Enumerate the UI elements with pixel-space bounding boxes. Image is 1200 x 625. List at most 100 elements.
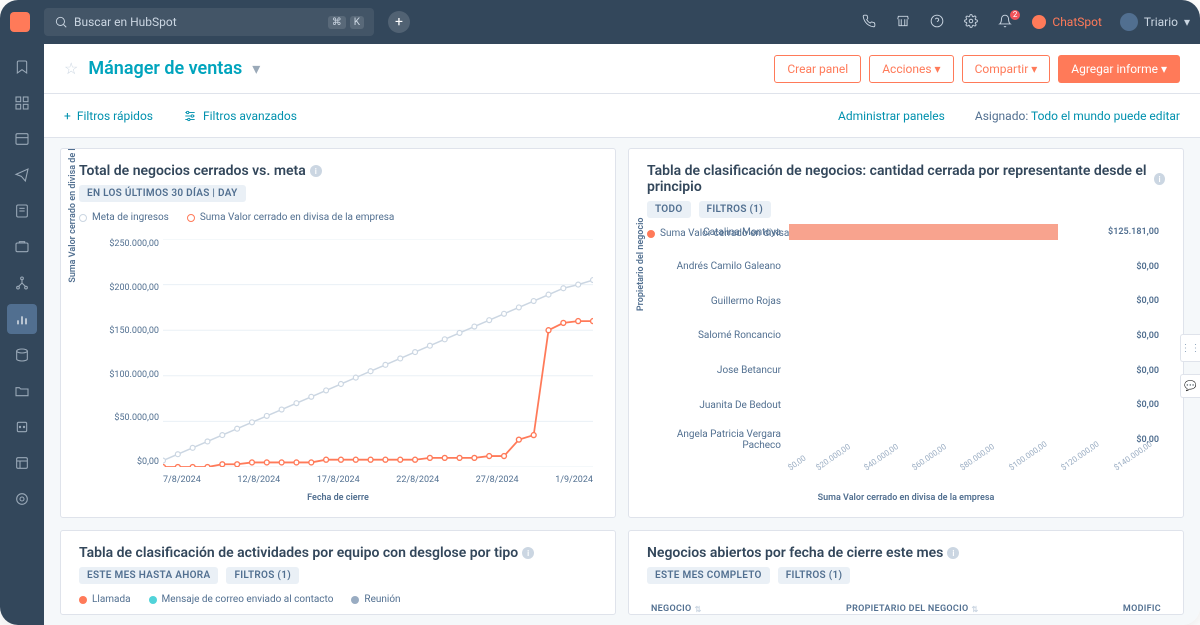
chart1-plot [163,239,593,467]
chart2-ylabel: Propietario del negocio [636,218,646,312]
add-button[interactable]: + [388,11,410,33]
nav-content[interactable] [7,196,37,226]
rep-name: Angela Patricia Vergara Pacheco [651,429,781,451]
col-propietario[interactable]: PROPIETARIO DEL NEGOCIO⇅ [846,604,979,614]
leaderboard-row: Catalina Montoya$125.181,00 [789,221,1159,243]
notifications-icon[interactable]: 2 [998,14,1014,30]
manage-panels-link[interactable]: Administrar paneles [838,109,945,123]
chart1-xlabel: Fecha de cierre [75,493,601,503]
kbd-shortcut: ⌘K [328,16,364,29]
nav-crm[interactable] [7,124,37,154]
sort-icon: ⇅ [971,605,978,614]
card3-tag1[interactable]: ESTE MES HASTA AHORA [79,567,218,584]
chatspot-icon [1032,15,1046,29]
settings-icon[interactable] [964,14,980,30]
nav-template[interactable] [7,448,37,478]
assigned-label: Asignado: Todo el mundo puede editar [975,109,1180,123]
notification-badge: 2 [1010,10,1021,20]
filter-bar: +Filtros rápidos Filtros avanzados Admin… [44,94,1200,138]
marketplace-icon[interactable] [896,14,912,30]
global-search[interactable]: ⌘K [44,8,374,36]
leaderboard-row: Salomé Roncancio$0,00 [789,325,1159,347]
col-modificado[interactable]: MODIFIC [1123,604,1161,614]
leaderboard-row: Jose Betancur$0,00 [789,360,1159,382]
rep-name: Catalina Montoya [651,227,781,238]
favorite-star-icon[interactable]: ☆ [64,59,78,78]
rep-name: Andrés Camilo Galeano [651,261,781,272]
rep-bar [789,224,1058,240]
rep-name: Guillermo Rojas [651,296,781,307]
legend-meeting[interactable]: Reunión [351,594,400,605]
col-negocio[interactable]: NEGOCIO⇅ [651,604,702,614]
nav-workspaces[interactable] [7,88,37,118]
advanced-filters-link[interactable]: Filtros avanzados [183,109,297,123]
nav-ai[interactable] [7,412,37,442]
chevron-down-icon: ▾ [1184,15,1190,29]
nav-commerce[interactable] [7,232,37,262]
legend-goal[interactable]: Meta de ingresos [79,212,169,223]
chart1-xticks: 7/8/202412/8/202417/8/202422/8/202427/8/… [163,475,593,485]
card3-title: Tabla de clasificación de actividades po… [79,545,597,561]
card2-title: Tabla de clasificación de negocios: cant… [647,163,1165,195]
legend-closed[interactable]: Suma Valor cerrado en divisa de la empre… [187,212,395,223]
dashboard-title[interactable]: Mánager de ventas [88,58,242,79]
assigned-value-link[interactable]: Todo el mundo puede editar [1031,109,1180,123]
chart1-yticks: $250.000,00$200.000,00$150.000,00$100.00… [97,239,159,467]
share-button[interactable]: Compartir ▾ [962,55,1051,83]
card-leaderboard: Tabla de clasificación de negocios: cant… [628,148,1184,518]
left-nav [0,44,44,625]
rep-value: $0,00 [1136,331,1159,341]
nav-library[interactable] [7,376,37,406]
chatspot-link[interactable]: ChatSpot [1032,15,1102,29]
rep-value: $0,00 [1136,296,1159,306]
card4-tag2[interactable]: FILTROS (1) [778,567,851,584]
legend-email[interactable]: Mensaje de correo enviado al contacto [149,594,334,605]
create-panel-button[interactable]: Crear panel [774,55,861,83]
nav-automation[interactable] [7,268,37,298]
rep-name: Juanita De Bedout [651,400,781,411]
info-icon[interactable]: i [947,547,959,559]
main-content: ☆ Mánager de ventas ▾ Crear panel Accion… [44,44,1200,625]
add-report-button[interactable]: Agregar informe ▾ [1058,55,1180,83]
chat-bubble-icon[interactable]: 💬 [1180,374,1200,398]
rep-name: Salomé Roncancio [651,330,781,341]
sliders-icon [183,109,197,123]
leaderboard-row: Andrés Camilo Galeano$0,00 [789,256,1159,278]
hubspot-logo[interactable] [10,12,30,32]
actions-button[interactable]: Acciones ▾ [869,55,953,83]
search-input[interactable] [74,15,320,29]
drag-handle-icon[interactable]: ⋮⋮ [1180,334,1200,362]
card1-title: Total de negocios cerrados vs. metai [79,163,597,179]
chart2-xlabel: Suma Valor cerrado en divisa de la empre… [643,493,1169,503]
info-icon[interactable]: i [310,165,322,177]
rep-name: Jose Betancur [651,365,781,376]
search-icon [54,15,68,29]
info-icon[interactable]: i [1154,173,1165,185]
page-header: ☆ Mánager de ventas ▾ Crear panel Accion… [44,44,1200,94]
card1-range-tag[interactable]: EN LOS ÚLTIMOS 30 DÍAS | DAY [79,185,246,202]
card3-tag2[interactable]: FILTROS (1) [226,567,299,584]
topbar: ⌘K + 2 ChatSpot Triario▾ [0,0,1200,44]
quick-filters-link[interactable]: +Filtros rápidos [64,109,153,123]
nav-reporting[interactable] [7,304,37,334]
card-deals-vs-goal: Total de negocios cerrados vs. metai EN … [60,148,616,518]
rep-value: $125.181,00 [1108,227,1159,237]
legend-call[interactable]: Llamada [79,594,131,605]
leaderboard-row: Guillermo Rojas$0,00 [789,290,1159,312]
nav-data[interactable] [7,340,37,370]
nav-settings-gear[interactable] [7,484,37,514]
card-open-deals: Negocios abiertos por fecha de cierre es… [628,530,1184,615]
card-activities: Tabla de clasificación de actividades po… [60,530,616,615]
help-icon[interactable] [930,14,946,30]
leaderboard-row: Juanita De Bedout$0,00 [789,394,1159,416]
phone-icon[interactable] [862,14,878,30]
title-dropdown-icon[interactable]: ▾ [252,59,260,78]
info-icon[interactable]: i [522,547,534,559]
card4-tag1[interactable]: ESTE MES COMPLETO [647,567,770,584]
sort-icon: ⇅ [695,605,702,614]
chart2-xticks: $0,00$20.000,00$40.000,00$60.000,00$80.0… [789,464,1159,473]
nav-bookmarks[interactable] [7,52,37,82]
nav-marketing[interactable] [7,160,37,190]
chart1-ylabel: Suma Valor cerrado en divisa de la empre… [68,148,78,283]
account-menu[interactable]: Triario▾ [1120,13,1190,31]
